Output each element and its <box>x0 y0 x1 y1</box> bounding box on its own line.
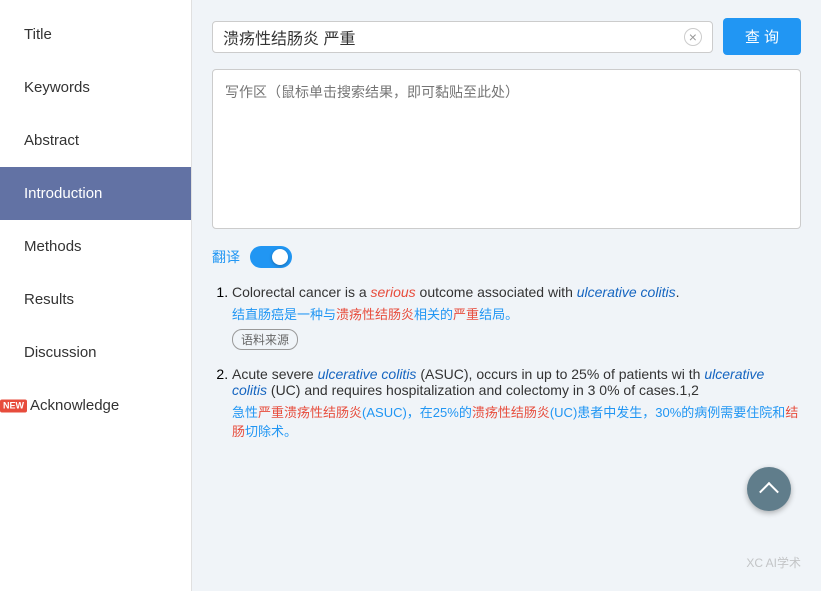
results-list: Colorectal cancer is a serious outcome a… <box>212 284 801 440</box>
sidebar-item-discussion[interactable]: Discussion <box>0 326 191 379</box>
sidebar-item-title[interactable]: Title <box>0 8 191 61</box>
main-content: × 查 询 翻译 Colorectal cancer is a serious … <box>192 0 821 591</box>
result-item-1: Colorectal cancer is a serious outcome a… <box>232 284 801 350</box>
translate-row: 翻译 <box>212 246 801 268</box>
search-button[interactable]: 查 询 <box>723 18 801 55</box>
search-input[interactable] <box>223 28 678 46</box>
watermark: XC AI学术 <box>746 554 801 571</box>
sidebar-item-label: Methods <box>24 238 82 255</box>
result-2-en-text: Acute severe ulcerative colitis (ASUC), … <box>232 366 801 398</box>
new-badge: NEW <box>0 399 27 412</box>
sidebar: Title Keywords Abstract Introduction Met… <box>0 0 192 591</box>
source-tag-1[interactable]: 语料来源 <box>232 329 298 350</box>
search-input-wrapper: × <box>212 21 713 53</box>
result-1-en-text: Colorectal cancer is a serious outcome a… <box>232 284 679 300</box>
toggle-thumb <box>272 249 288 265</box>
sidebar-item-label: Acknowledge <box>30 397 119 414</box>
result-2-zh: 急性严重溃疡性结肠炎(ASUC)，在25%的溃疡性结肠炎(UC)患者中发生，30… <box>232 402 801 440</box>
search-bar: × 查 询 <box>212 18 801 55</box>
translate-label: 翻译 <box>212 247 240 267</box>
writing-area[interactable] <box>212 69 801 229</box>
sidebar-item-results[interactable]: Results <box>0 273 191 326</box>
sidebar-item-introduction[interactable]: Introduction <box>0 167 191 220</box>
sidebar-item-methods[interactable]: Methods <box>0 220 191 273</box>
sidebar-item-label: Results <box>24 291 74 308</box>
result-2-en: Acute severe ulcerative colitis (ASUC), … <box>232 366 801 398</box>
sidebar-item-label: Discussion <box>24 344 97 361</box>
scroll-up-button[interactable] <box>747 467 791 511</box>
sidebar-item-label: Abstract <box>24 132 79 149</box>
sidebar-item-keywords[interactable]: Keywords <box>0 61 191 114</box>
sidebar-item-acknowledge[interactable]: NEW Acknowledge <box>0 379 191 432</box>
result-1-zh: 结直肠癌是一种与溃疡性结肠炎相关的严重结局。 <box>232 304 801 323</box>
result-item-2: Acute severe ulcerative colitis (ASUC), … <box>232 366 801 440</box>
clear-icon[interactable]: × <box>684 28 702 46</box>
sidebar-item-abstract[interactable]: Abstract <box>0 114 191 167</box>
translate-toggle[interactable] <box>250 246 292 268</box>
sidebar-item-label: Title <box>24 26 52 43</box>
result-1-en: Colorectal cancer is a serious outcome a… <box>232 284 801 300</box>
sidebar-item-label: Keywords <box>24 79 90 96</box>
sidebar-item-label: Introduction <box>24 185 102 202</box>
